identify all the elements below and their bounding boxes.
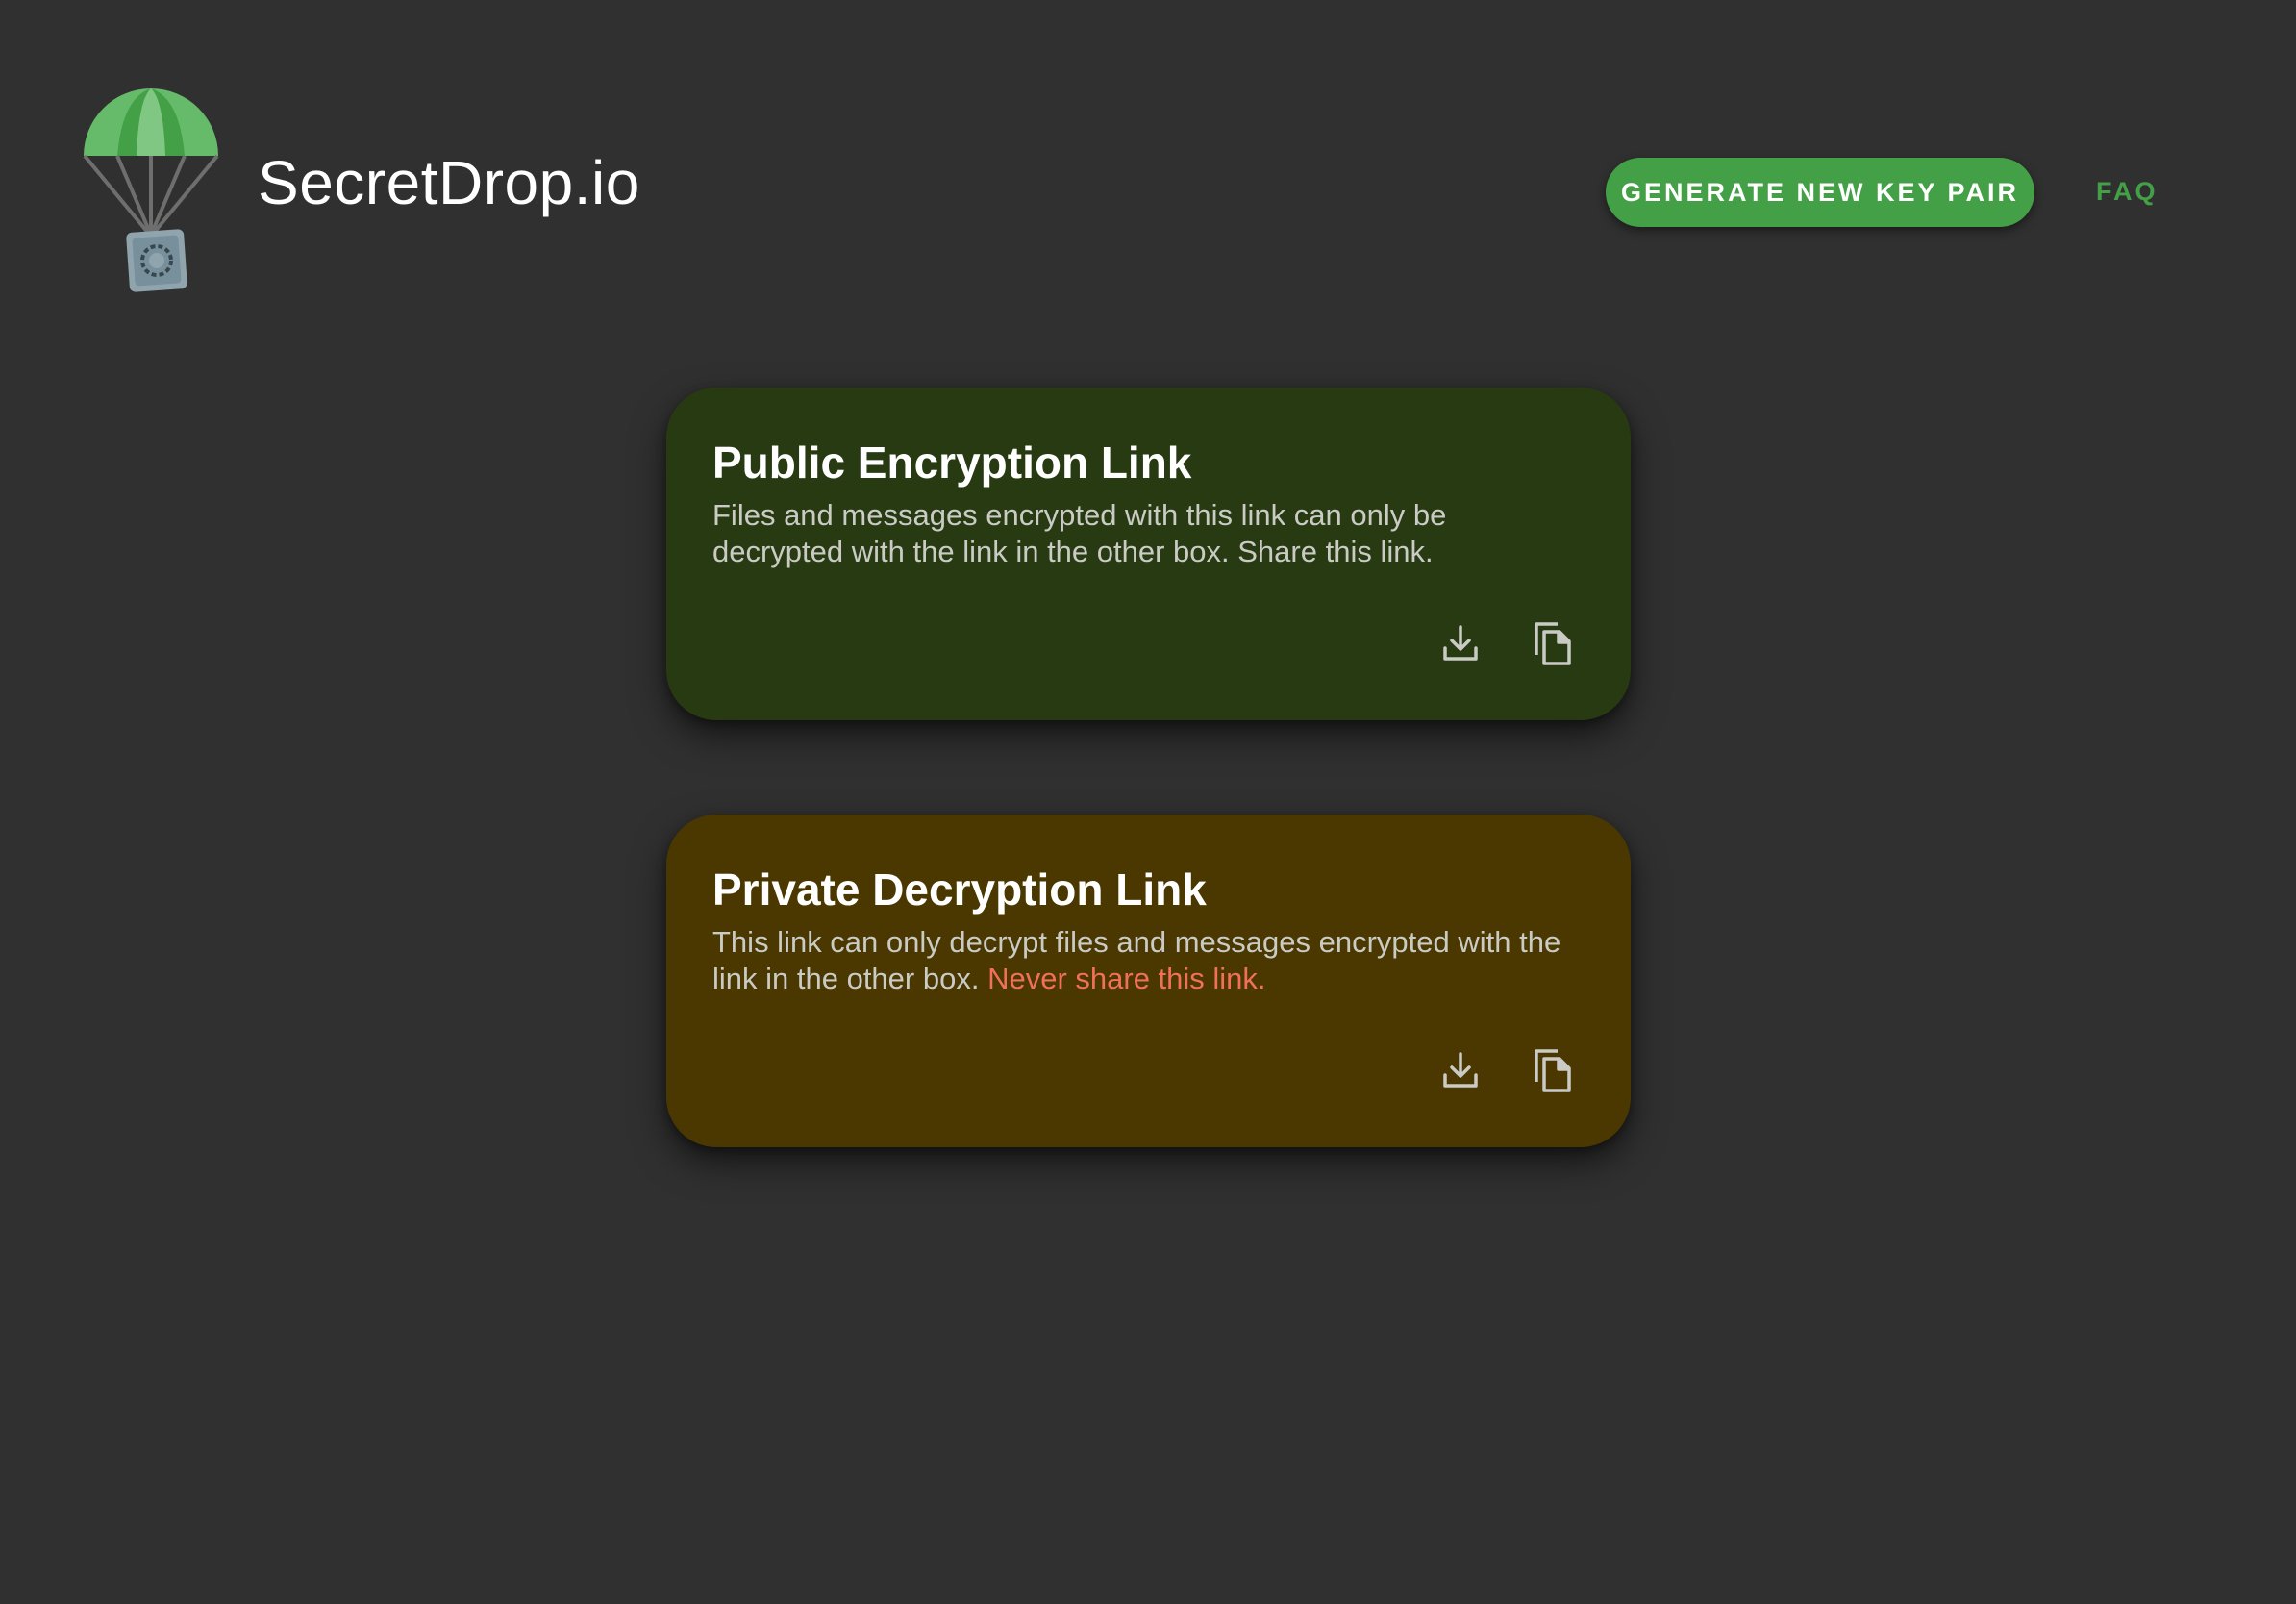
download-icon[interactable] [1436, 618, 1485, 668]
faq-link[interactable]: FAQ [2096, 177, 2159, 207]
page: SecretDrop.io GENERATE NEW KEY PAIR FAQ … [0, 0, 2296, 1604]
header: SecretDrop.io GENERATE NEW KEY PAIR FAQ [0, 0, 2296, 308]
card-title: Public Encryption Link [712, 438, 1192, 488]
card-title: Private Decryption Link [712, 865, 1207, 915]
download-icon[interactable] [1436, 1045, 1485, 1095]
warning-text: Never share this link. [987, 962, 1266, 995]
card-description: Files and messages encrypted with this l… [712, 498, 1447, 568]
copy-icon[interactable] [1529, 618, 1577, 668]
card-actions [1436, 1045, 1577, 1095]
copy-icon[interactable] [1529, 1045, 1577, 1095]
card-description: This link can only decrypt files and mes… [712, 924, 1578, 997]
parachute-safe-icon [83, 88, 219, 292]
card-actions [1436, 618, 1577, 668]
app-title: SecretDrop.io [258, 148, 640, 217]
public-encryption-card: Public Encryption Link Files and message… [666, 388, 1631, 720]
private-decryption-card: Private Decryption Link This link can on… [666, 815, 1631, 1147]
generate-key-pair-button[interactable]: GENERATE NEW KEY PAIR [1606, 158, 2034, 227]
